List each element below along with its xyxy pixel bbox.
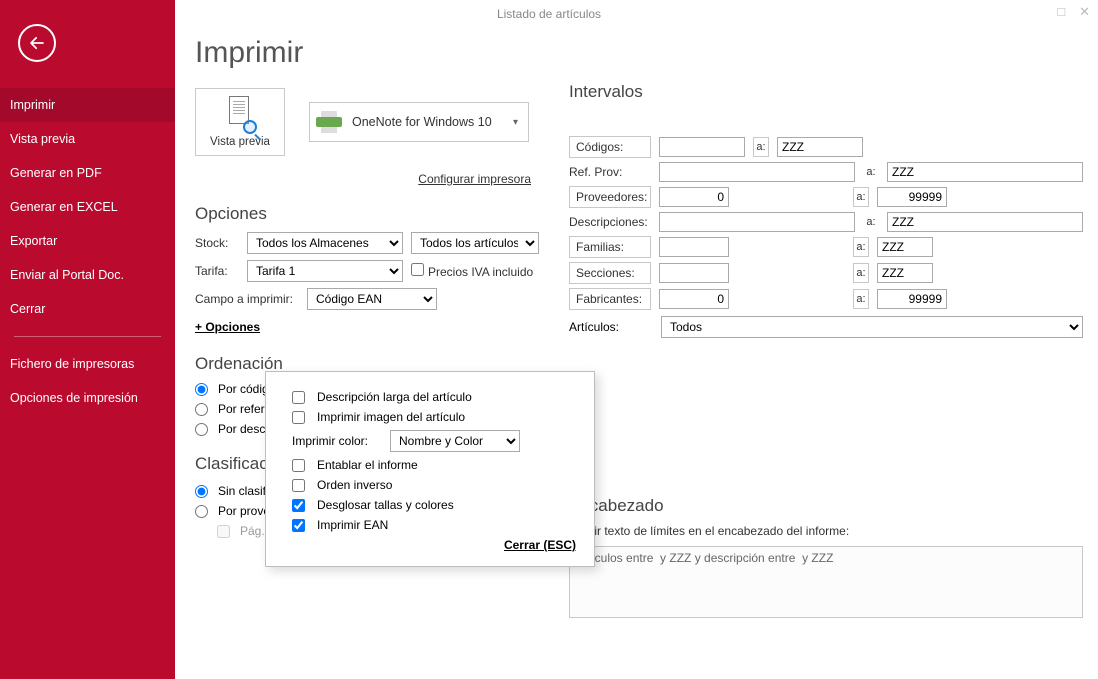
int-fam-to[interactable] — [877, 237, 933, 257]
int-cod-label: Códigos: — [569, 136, 651, 158]
printer-dropdown[interactable]: OneNote for Windows 10 ▾ — [309, 102, 529, 142]
campo-label: Campo a imprimir: — [195, 292, 299, 306]
ord-desc-radio[interactable] — [195, 423, 208, 436]
more-options-popup: Descripción larga del artículo Imprimir … — [265, 371, 595, 567]
int-sec-to-label: a: — [853, 263, 869, 283]
art-label: Artículos: — [569, 320, 651, 334]
pop-desglosar-label: Desglosar tallas y colores — [317, 498, 454, 512]
int-sec-from[interactable] — [659, 263, 729, 283]
int-sec-to[interactable] — [877, 263, 933, 283]
iva-checkbox[interactable] — [411, 263, 424, 276]
int-fab-to-label: a: — [853, 289, 869, 309]
page-title: Imprimir — [195, 36, 1082, 70]
pop-desclarga-label: Descripción larga del artículo — [317, 390, 472, 404]
int-cod-from[interactable] — [659, 137, 745, 157]
art-select[interactable]: Todos — [661, 316, 1083, 338]
vista-previa-label: Vista previa — [210, 136, 270, 148]
more-options-link[interactable]: + Opciones — [195, 320, 260, 334]
preview-icon — [225, 96, 255, 132]
int-cod-to-label: a: — [753, 137, 769, 157]
printer-icon — [316, 111, 342, 133]
sidebar: Imprimir Vista previa Generar en PDF Gen… — [0, 0, 175, 679]
int-fam-label: Familias: — [569, 236, 651, 258]
pop-img-checkbox[interactable] — [292, 411, 305, 424]
int-desc-to[interactable] — [887, 212, 1083, 232]
cl-sin-radio[interactable] — [195, 485, 208, 498]
popup-close-link[interactable]: Cerrar (ESC) — [292, 538, 576, 552]
int-fab-to[interactable] — [877, 289, 947, 309]
campo-select[interactable]: Código EAN — [307, 288, 437, 310]
int-desc-from[interactable] — [659, 212, 855, 232]
int-prov-label: Proveedores: — [569, 186, 651, 208]
opciones-title: Opciones — [195, 204, 539, 224]
int-fab-from[interactable] — [659, 289, 729, 309]
nav-separator — [14, 336, 161, 337]
iva-label: Precios IVA incluido — [428, 265, 533, 279]
encabezado-title: Encabezado — [569, 496, 1083, 516]
nav-portal-doc[interactable]: Enviar al Portal Doc. — [0, 258, 175, 292]
pop-entablar-label: Entablar el informe — [317, 458, 418, 472]
ord-ref-radio[interactable] — [195, 403, 208, 416]
int-ref-to-label: a: — [863, 163, 879, 181]
pop-ean-checkbox[interactable] — [292, 519, 305, 532]
int-prov-to[interactable] — [877, 187, 947, 207]
pop-entablar-checkbox[interactable] — [292, 459, 305, 472]
nav-exportar[interactable]: Exportar — [0, 224, 175, 258]
int-sec-label: Secciones: — [569, 262, 651, 284]
int-fam-from[interactable] — [659, 237, 729, 257]
nav-secondary: Fichero de impresoras Opciones de impres… — [0, 347, 175, 415]
stock-select[interactable]: Todos los Almacenes — [247, 232, 403, 254]
int-desc-to-label: a: — [863, 213, 879, 231]
tarifa-label: Tarifa: — [195, 264, 239, 278]
cl-pag-checkbox — [217, 525, 230, 538]
nav-cerrar[interactable]: Cerrar — [0, 292, 175, 326]
int-fam-to-label: a: — [853, 237, 869, 257]
pop-ean-label: Imprimir EAN — [317, 518, 388, 532]
encabezado-hint: Incluir texto de límites en el encabezad… — [569, 524, 1083, 538]
pop-desglosar-checkbox[interactable] — [292, 499, 305, 512]
back-button[interactable] — [18, 24, 56, 62]
pop-img-label: Imprimir imagen del artículo — [317, 410, 465, 424]
nav-vista-previa[interactable]: Vista previa — [0, 122, 175, 156]
pop-inverso-label: Orden inverso — [317, 478, 392, 492]
int-desc-label: Descripciones: — [569, 212, 651, 232]
chevron-down-icon: ▾ — [513, 117, 518, 128]
int-ref-from[interactable] — [659, 162, 855, 182]
vista-previa-button[interactable]: Vista previa — [195, 88, 285, 156]
pop-inverso-checkbox[interactable] — [292, 479, 305, 492]
pop-desclarga-checkbox[interactable] — [292, 391, 305, 404]
int-cod-to[interactable] — [777, 137, 863, 157]
ord-codigo-radio[interactable] — [195, 383, 208, 396]
int-ref-to[interactable] — [887, 162, 1083, 182]
int-prov-to-label: a: — [853, 187, 869, 207]
tarifa-select[interactable]: Tarifa 1 — [247, 260, 403, 282]
encabezado-text[interactable]: Artículos entre y ZZZ y descripción entr… — [569, 546, 1083, 618]
int-fab-label: Fabricantes: — [569, 288, 651, 310]
printer-name: OneNote for Windows 10 — [352, 115, 513, 129]
main-panel: Imprimir Vista previa OneNote for Window… — [175, 0, 1098, 679]
int-prov-from[interactable] — [659, 187, 729, 207]
config-printer-link[interactable]: Configurar impresora — [195, 172, 531, 186]
pop-color-label: Imprimir color: — [292, 434, 382, 448]
nav-fichero-impresoras[interactable]: Fichero de impresoras — [0, 347, 175, 381]
intervalos-title: Intervalos — [569, 82, 1083, 102]
nav-primary: Imprimir Vista previa Generar en PDF Gen… — [0, 88, 175, 326]
nav-generar-excel[interactable]: Generar en EXCEL — [0, 190, 175, 224]
nav-imprimir[interactable]: Imprimir — [0, 88, 175, 122]
pop-color-select[interactable]: Nombre y Color — [390, 430, 520, 452]
cl-prov-radio[interactable] — [195, 505, 208, 518]
nav-generar-pdf[interactable]: Generar en PDF — [0, 156, 175, 190]
nav-opciones-impresion[interactable]: Opciones de impresión — [0, 381, 175, 415]
int-ref-label: Ref. Prov: — [569, 162, 651, 182]
stock-label: Stock: — [195, 236, 239, 250]
art-filter-select[interactable]: Todos los artículos — [411, 232, 539, 254]
